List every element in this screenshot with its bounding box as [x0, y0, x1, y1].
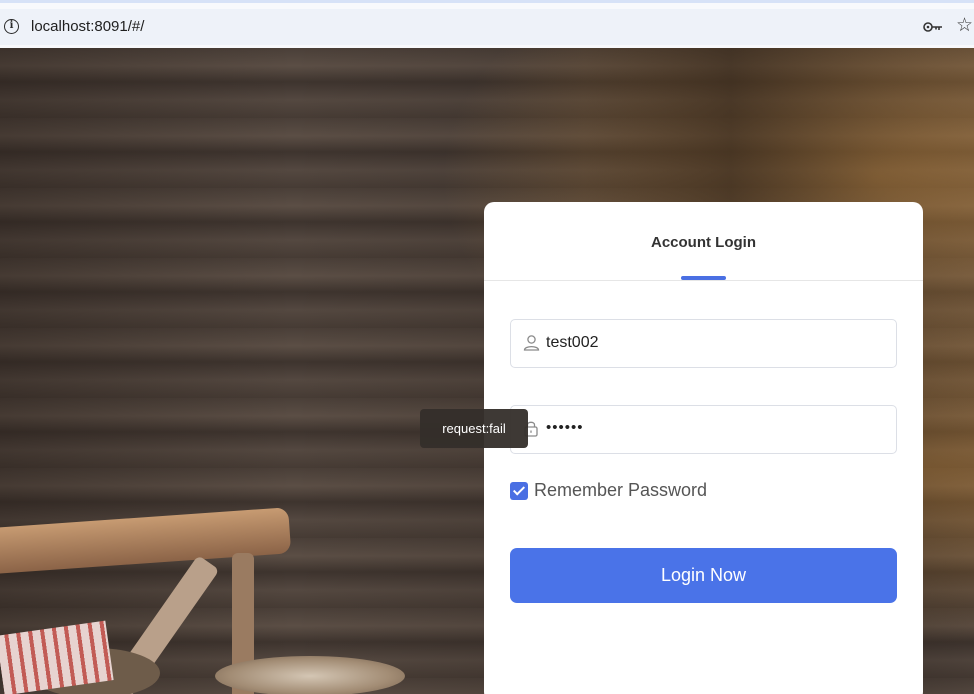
- error-toast: request:fail: [420, 409, 528, 448]
- username-value: test002: [546, 334, 599, 351]
- user-icon: [523, 334, 540, 356]
- remember-password[interactable]: Remember Password: [510, 480, 707, 501]
- key-icon[interactable]: [923, 20, 943, 38]
- info-icon[interactable]: i: [4, 19, 19, 34]
- plate: [215, 656, 405, 694]
- url-text[interactable]: localhost:8091/#/: [31, 18, 144, 35]
- remember-label[interactable]: Remember Password: [534, 480, 707, 501]
- star-icon[interactable]: ☆: [956, 16, 973, 36]
- login-button[interactable]: Login Now: [510, 548, 897, 603]
- password-value: ••••••: [546, 419, 584, 436]
- address-bar[interactable]: i localhost:8091/#/ ☆: [0, 9, 974, 45]
- browser-toolbar: i localhost:8091/#/ ☆: [0, 0, 974, 48]
- remember-checkbox[interactable]: [510, 481, 528, 500]
- divider: [484, 280, 923, 281]
- tab-account-login[interactable]: Account Login: [484, 234, 923, 251]
- username-field[interactable]: test002: [510, 319, 897, 368]
- login-card: Account Login test002 •••••• Remember Pa…: [484, 202, 923, 694]
- password-field[interactable]: ••••••: [510, 405, 897, 454]
